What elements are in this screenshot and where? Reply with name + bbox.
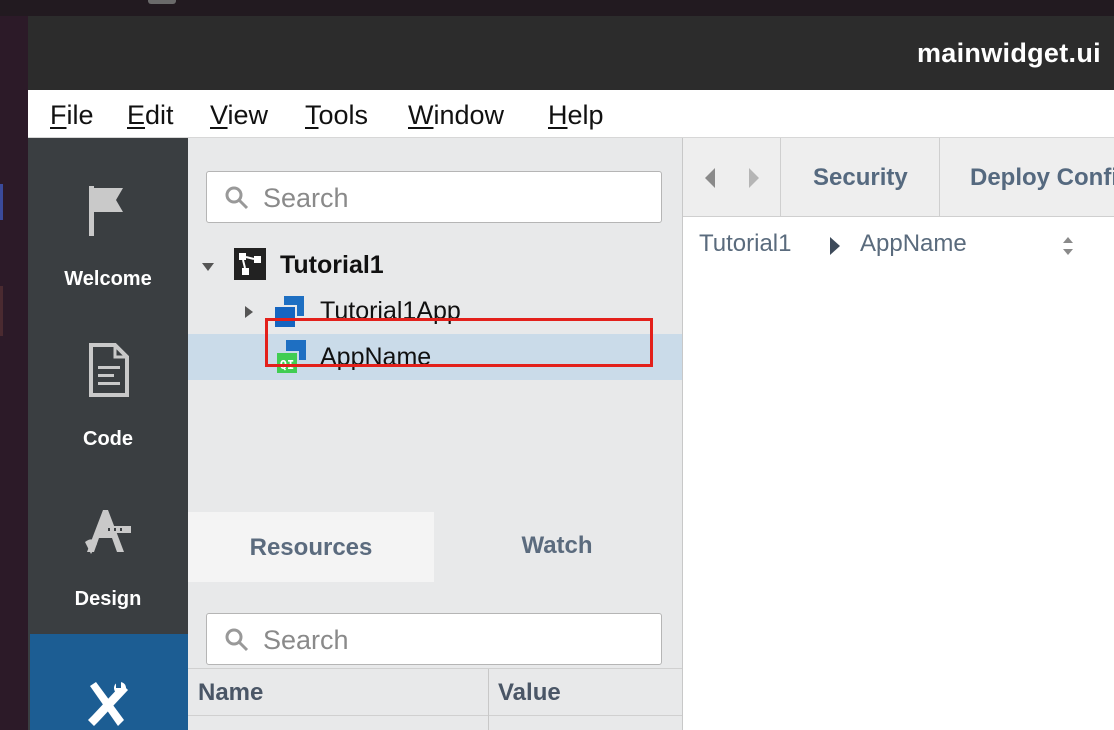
mode-selector: Welcome Code Design [28, 138, 188, 730]
tab-watch[interactable]: Watch [434, 512, 680, 582]
mode-design[interactable]: Design [28, 466, 188, 626]
launcher-indicator [0, 286, 3, 336]
forward-arrow-icon[interactable] [745, 166, 763, 190]
editor-area: Security Deploy Confi Tutorial1 AppName [683, 138, 1114, 730]
menu-mnemonic: H [548, 100, 568, 130]
tree-item-tutorial1[interactable]: Tutorial1 [188, 242, 682, 288]
menu-label: dit [145, 100, 174, 130]
desktop-top-strip [0, 0, 1114, 16]
mode-code[interactable]: Code [28, 306, 188, 466]
title-bar[interactable]: mainwidget.ui [28, 16, 1114, 90]
menu-mnemonic: V [210, 100, 228, 130]
mode-projects[interactable] [30, 634, 188, 730]
mode-label: Design [74, 588, 142, 610]
column-divider[interactable] [488, 669, 489, 717]
expand-arrow-icon[interactable] [244, 304, 254, 320]
tab-label: Resources [249, 534, 373, 561]
mode-label: Code [83, 428, 133, 450]
column-divider [488, 716, 489, 730]
resources-table-header: Name Value [188, 668, 682, 717]
menu-mnemonic: W [408, 100, 434, 130]
document-icon [89, 343, 129, 397]
search-placeholder: Search [263, 183, 349, 213]
collapse-arrow-icon[interactable] [200, 262, 216, 272]
menu-view[interactable]: View [210, 100, 268, 131]
breadcrumb-item[interactable]: AppName [860, 230, 967, 258]
search-placeholder: Search [263, 625, 349, 655]
menu-bar: File Edit View Tools Window Help [28, 90, 1114, 138]
launcher-indicator [0, 184, 3, 220]
ide-window: mainwidget.ui File Edit View Tools Windo… [28, 16, 1114, 730]
menu-mnemonic: E [127, 100, 146, 130]
menu-label: elp [567, 100, 604, 130]
menu-label: ools [318, 100, 369, 130]
menu-help[interactable]: Help [548, 100, 604, 131]
project-icon [234, 248, 266, 280]
bottom-tab-bar: Resources Watch [188, 512, 682, 582]
tab-resources[interactable]: Resources [188, 512, 434, 582]
breadcrumb-item[interactable]: Tutorial1 [699, 230, 791, 258]
menu-label: indow [433, 100, 505, 130]
menu-mnemonic: F [50, 100, 67, 130]
editor-toolbar: Security Deploy Confi [683, 138, 1114, 217]
toolbar-divider [780, 138, 781, 216]
menu-label: iew [227, 100, 269, 130]
tools-icon [88, 682, 128, 726]
tree-item-label: Tutorial1 [280, 251, 384, 279]
navigator-search-input[interactable]: Search [206, 171, 662, 223]
highlight-box [265, 318, 653, 367]
flag-icon [89, 186, 123, 236]
back-arrow-icon[interactable] [701, 166, 719, 190]
toolbar-divider [939, 138, 940, 216]
navigator-pane: Search Tutorial1 Tutorial1App QI AppName… [188, 138, 683, 730]
design-icon [85, 510, 131, 554]
menu-tools[interactable]: Tools [305, 100, 368, 131]
desktop-left-strip [0, 16, 28, 730]
tab-label: Watch [521, 532, 593, 559]
search-icon [225, 628, 249, 652]
sort-updown-icon[interactable] [1060, 234, 1076, 258]
tab-security[interactable]: Security [813, 164, 908, 192]
resources-search-input[interactable]: Search [206, 613, 662, 665]
menu-mnemonic: T [305, 100, 319, 130]
menu-window[interactable]: Window [408, 100, 504, 131]
breadcrumb-separator-icon [830, 237, 840, 255]
column-header-name[interactable]: Name [198, 679, 263, 707]
menu-file[interactable]: File [50, 100, 94, 131]
mode-label: Welcome [64, 268, 152, 290]
tab-deploy-config[interactable]: Deploy Confi [970, 164, 1114, 192]
search-icon [225, 186, 249, 210]
window-title: mainwidget.ui [917, 38, 1101, 68]
desktop-handle [148, 0, 176, 4]
mode-welcome[interactable]: Welcome [28, 138, 188, 298]
menu-edit[interactable]: Edit [127, 100, 174, 131]
table-row[interactable] [188, 716, 682, 730]
column-header-value[interactable]: Value [498, 679, 561, 707]
menu-label: ile [66, 100, 94, 130]
